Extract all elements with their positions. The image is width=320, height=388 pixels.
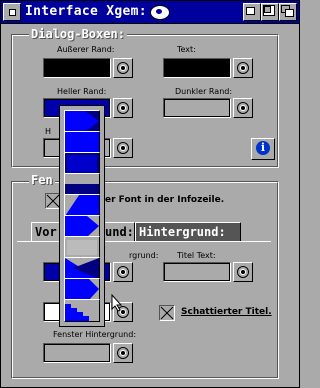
title-bar[interactable]: Interface Xgem:	[1, 1, 299, 24]
dark-border-label: Dunkler Rand:	[175, 87, 233, 96]
depth-icon[interactable]	[279, 3, 297, 21]
zoom-icon[interactable]	[261, 3, 279, 21]
pattern-option-1[interactable]	[64, 110, 100, 133]
mouse-pointer-icon	[111, 294, 123, 312]
outer-border-label: Außerer Rand:	[57, 45, 115, 54]
shaded-title-checkbox[interactable]	[159, 305, 175, 321]
shaded-title-label: Schattierter Titel.	[181, 307, 272, 317]
text-picker-button[interactable]	[233, 58, 253, 78]
close-icon[interactable]	[3, 3, 21, 21]
background-picker-button[interactable]	[113, 262, 133, 282]
window-background-picker-button[interactable]	[113, 343, 133, 363]
pattern-option-7[interactable]	[64, 236, 100, 259]
dark-border-swatch[interactable]	[163, 98, 231, 118]
partial-picker-button[interactable]	[113, 138, 133, 158]
outer-border-picker-button[interactable]	[113, 58, 133, 78]
pattern-option-9[interactable]	[64, 278, 100, 301]
pattern-option-3[interactable]	[64, 152, 100, 175]
info-button[interactable]: i	[251, 138, 275, 160]
iconify-icon[interactable]	[243, 3, 261, 21]
title-text-picker-button[interactable]	[233, 262, 253, 282]
light-border-label: Heller Rand:	[57, 87, 107, 96]
pattern-option-2[interactable]	[64, 131, 100, 154]
window-title: Interface Xgem:	[25, 4, 147, 19]
window-group-title: Fen	[29, 173, 55, 187]
dark-border-picker-button[interactable]	[233, 98, 253, 118]
light-border-picker-button[interactable]	[113, 98, 133, 118]
tab-underline	[17, 241, 271, 242]
info-icon: i	[256, 141, 270, 155]
text-label: Text:	[177, 45, 196, 54]
pattern-option-5[interactable]	[64, 194, 100, 217]
tab-background[interactable]: Hintergrund:	[135, 222, 241, 241]
background-label: rgrund:	[129, 251, 159, 260]
pattern-option-10[interactable]	[64, 299, 100, 322]
dialog-group-title: Dialog-Boxen:	[29, 27, 127, 41]
font-infoline-label: er Font in der Infozeile.	[105, 195, 225, 205]
title-text-label: Titel Text:	[177, 251, 216, 260]
pattern-option-8[interactable]	[64, 257, 100, 280]
eye-icon	[150, 5, 170, 20]
window-background-label: Fenster Hintergrund:	[53, 330, 137, 339]
tab-foreground-prefix-label: Vor	[35, 225, 57, 239]
pattern-popup[interactable]	[59, 105, 105, 327]
outer-border-swatch[interactable]	[43, 58, 111, 78]
pattern-option-6[interactable]	[64, 215, 100, 238]
tab-foreground-label: und:	[105, 225, 134, 239]
tab-foreground[interactable]: und:	[101, 222, 135, 241]
interface-window: Interface Xgem: Dialog-Boxen: Außerer Ra…	[0, 0, 300, 388]
text-swatch[interactable]	[163, 58, 231, 78]
partial-label: H	[45, 127, 52, 136]
tab-background-label: Hintergrund:	[139, 225, 226, 239]
window-background-swatch[interactable]	[43, 343, 111, 363]
pattern-option-4[interactable]	[64, 173, 100, 196]
title-text-swatch[interactable]	[163, 262, 231, 282]
scrollbar[interactable]	[283, 23, 299, 387]
